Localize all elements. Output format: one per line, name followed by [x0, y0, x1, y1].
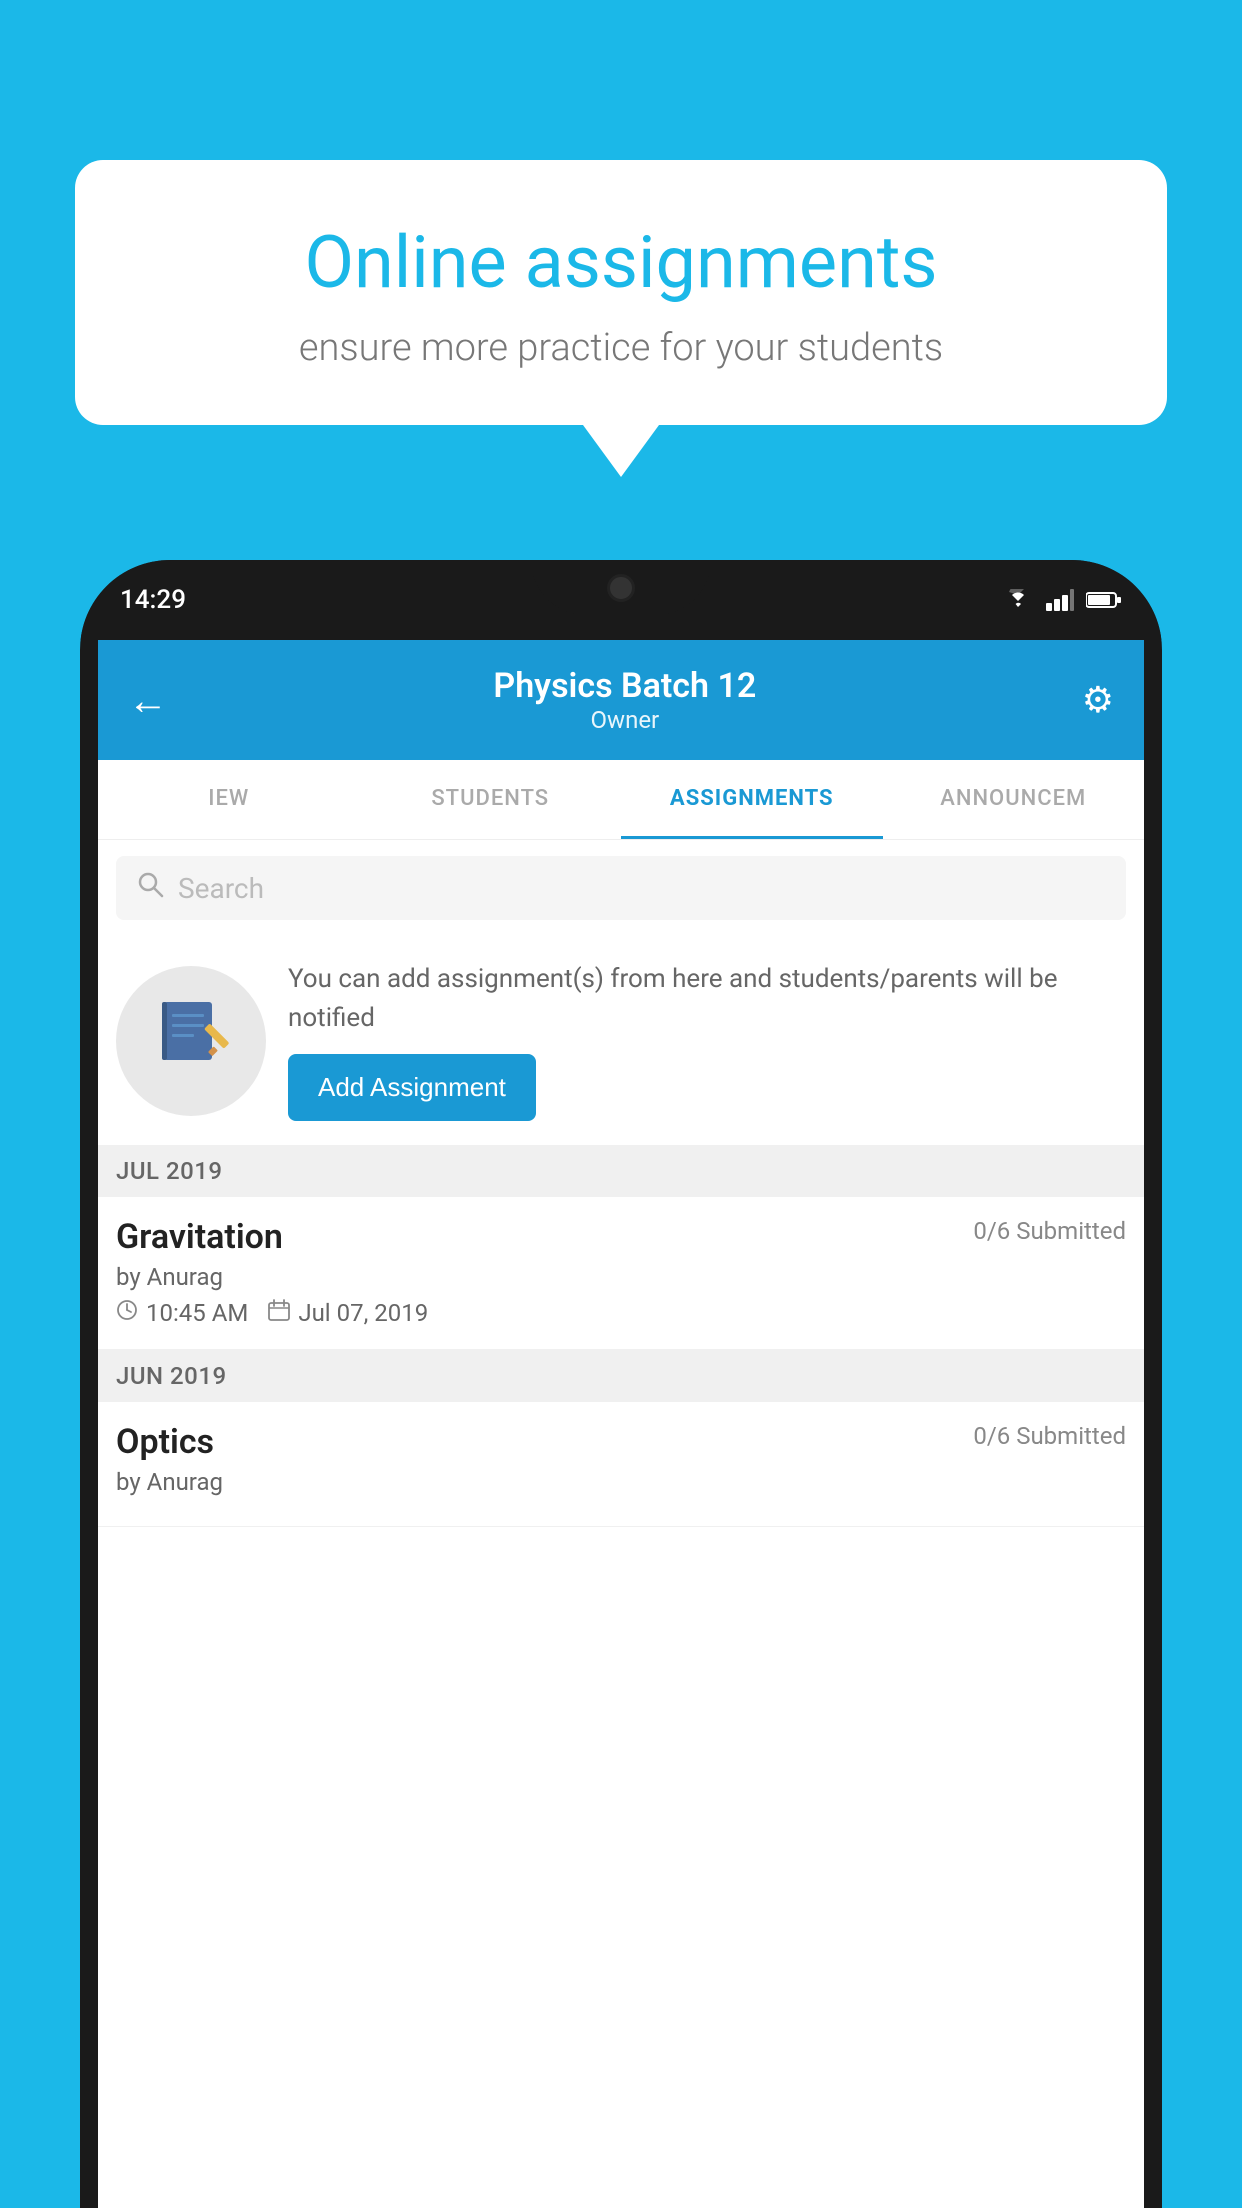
section-divider-jun2019: JUN 2019	[98, 1350, 1144, 1402]
app-header: ← Physics Batch 12 Owner ⚙	[98, 640, 1144, 760]
assignment-item-optics[interactable]: Optics 0/6 Submitted by Anurag	[98, 1402, 1144, 1527]
add-assignment-button[interactable]: Add Assignment	[288, 1054, 536, 1121]
phone-frame: 14:29 ←	[80, 560, 1162, 2208]
signal-icon	[1046, 589, 1074, 611]
search-container: Search	[98, 840, 1144, 936]
meta-date: Jul 07, 2019	[268, 1299, 428, 1327]
promo-text: You can add assignment(s) from here and …	[288, 960, 1126, 1038]
tab-iew[interactable]: IEW	[98, 760, 360, 839]
search-placeholder: Search	[178, 872, 264, 905]
header-subtitle: Owner	[493, 706, 756, 734]
assignment-submitted-optics: 0/6 Submitted	[973, 1422, 1126, 1450]
speech-bubble: Online assignments ensure more practice …	[75, 160, 1167, 425]
assignment-author: by Anurag	[116, 1263, 1126, 1291]
phone-screen: ← Physics Batch 12 Owner ⚙ IEW STUDENTS …	[98, 640, 1144, 2208]
clock-icon	[116, 1299, 138, 1327]
camera	[607, 574, 635, 602]
section-divider-jul2019: JUL 2019	[98, 1145, 1144, 1197]
assignment-top-optics: Optics 0/6 Submitted	[116, 1422, 1126, 1462]
tabs-bar: IEW STUDENTS ASSIGNMENTS ANNOUNCEM	[98, 760, 1144, 840]
assignment-date: Jul 07, 2019	[298, 1299, 428, 1327]
assignment-top: Gravitation 0/6 Submitted	[116, 1217, 1126, 1257]
header-center: Physics Batch 12 Owner	[493, 666, 756, 734]
assignment-submitted: 0/6 Submitted	[973, 1217, 1126, 1245]
speech-bubble-arrow	[583, 425, 659, 477]
promo-icon-circle	[116, 966, 266, 1116]
tab-announcements[interactable]: ANNOUNCEM	[883, 760, 1145, 839]
settings-icon[interactable]: ⚙	[1082, 679, 1114, 721]
search-icon	[136, 870, 164, 906]
meta-time: 10:45 AM	[116, 1299, 248, 1327]
calendar-icon	[268, 1299, 290, 1327]
status-icons	[1002, 589, 1122, 611]
promo-content: You can add assignment(s) from here and …	[288, 960, 1126, 1121]
assignment-title: Gravitation	[116, 1217, 283, 1257]
speech-bubble-container: Online assignments ensure more practice …	[75, 160, 1167, 477]
notebook-icon	[154, 994, 229, 1087]
assignment-item-gravitation[interactable]: Gravitation 0/6 Submitted by Anurag 10:4…	[98, 1197, 1144, 1350]
battery-icon	[1086, 591, 1122, 609]
header-title: Physics Batch 12	[493, 666, 756, 706]
back-button[interactable]: ←	[128, 677, 168, 724]
add-assignment-promo: You can add assignment(s) from here and …	[98, 936, 1144, 1145]
assignment-author-optics: by Anurag	[116, 1468, 1126, 1496]
search-bar[interactable]: Search	[116, 856, 1126, 920]
tab-students[interactable]: STUDENTS	[360, 760, 622, 839]
wifi-icon	[1002, 589, 1034, 611]
tab-assignments[interactable]: ASSIGNMENTS	[621, 760, 883, 839]
assignment-meta: 10:45 AM Jul 07, 2019	[116, 1299, 1126, 1327]
speech-bubble-title: Online assignments	[145, 220, 1097, 306]
status-time: 14:29	[120, 585, 186, 615]
phone-notch	[531, 560, 711, 615]
assignment-title-optics: Optics	[116, 1422, 214, 1462]
speech-bubble-subtitle: ensure more practice for your students	[145, 326, 1097, 370]
assignment-time: 10:45 AM	[146, 1299, 248, 1327]
